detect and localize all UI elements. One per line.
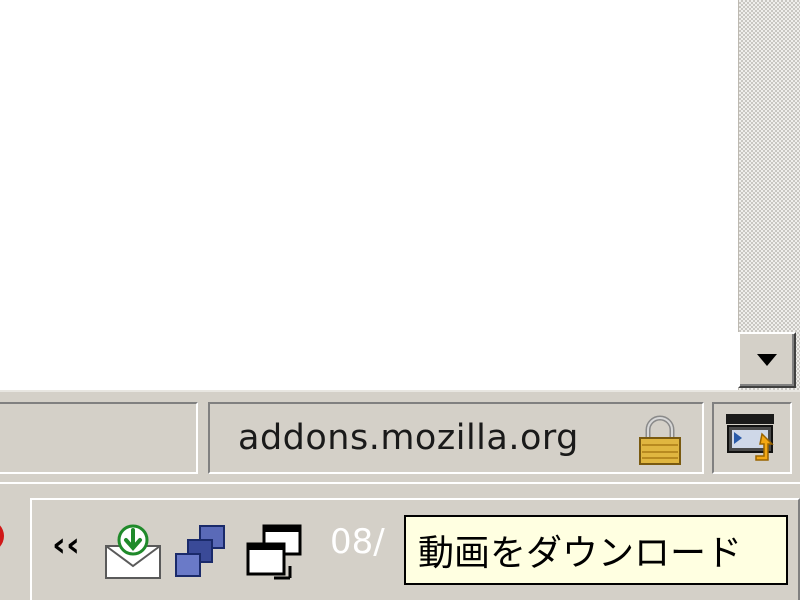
status-url-pane: addons.mozilla.org xyxy=(208,402,704,474)
status-text-pane xyxy=(0,402,198,474)
status-url: addons.mozilla.org xyxy=(238,418,579,458)
windows-icon[interactable] xyxy=(244,522,308,584)
browser-window: addons.mozilla.org ‹‹ 08/ 動画をダウンロード xyxy=(0,0,800,600)
mail-download-icon[interactable] xyxy=(102,522,164,582)
video-download-icon[interactable] xyxy=(722,410,782,466)
lock-icon[interactable] xyxy=(632,412,688,468)
orb-icon[interactable] xyxy=(0,514,12,562)
date-text: 08/ xyxy=(330,522,385,562)
network-icon[interactable] xyxy=(174,522,232,582)
status-extension-pane xyxy=(712,402,792,474)
scroll-down-button[interactable] xyxy=(738,332,796,388)
tooltip-text: 動画をダウンロード xyxy=(418,533,743,574)
triangle-down-icon xyxy=(757,354,777,366)
status-bar: addons.mozilla.org xyxy=(0,390,800,482)
collapse-button[interactable]: ‹‹ xyxy=(48,520,84,570)
tooltip: 動画をダウンロード xyxy=(404,515,788,585)
page-content[interactable] xyxy=(0,0,738,390)
